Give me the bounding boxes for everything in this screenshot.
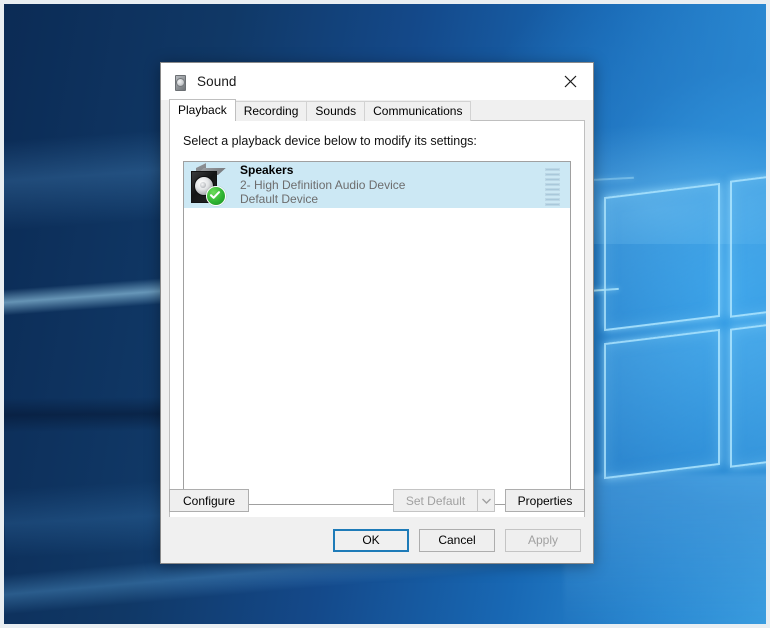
volume-meter-segment [545, 203, 560, 206]
volume-meter-segment [545, 183, 560, 186]
sound-dialog: Sound Playback Recording Sounds Communic… [160, 62, 594, 564]
playback-device-list[interactable]: Speakers 2- High Definition Audio Device… [183, 161, 571, 505]
ok-button[interactable]: OK [333, 528, 409, 552]
ok-button-label: OK [362, 533, 380, 547]
tab-sounds[interactable]: Sounds [306, 101, 366, 121]
dialog-footer: OK Cancel Apply [161, 517, 593, 563]
volume-meter-segment [545, 188, 560, 191]
volume-meter-segment [545, 178, 560, 181]
playback-tab-panel: Select a playback device below to modify… [169, 120, 585, 519]
windows-logo-pane-bottom-right [730, 315, 766, 468]
windows-logo-pane-top-right [730, 167, 766, 318]
device-driver: 2- High Definition Audio Device [240, 177, 406, 192]
green-check-icon [206, 186, 226, 206]
volume-meter-segment [545, 168, 560, 171]
tab-recording[interactable]: Recording [234, 101, 308, 121]
apply-button[interactable]: Apply [505, 528, 581, 552]
tab-communications-label: Communications [373, 104, 463, 118]
cancel-button[interactable]: Cancel [419, 528, 495, 552]
tab-communications[interactable]: Communications [364, 101, 472, 121]
screen: Sound Playback Recording Sounds Communic… [0, 0, 770, 628]
close-icon[interactable] [548, 63, 593, 100]
speaker-device-icon [189, 163, 229, 206]
volume-meter-segment [545, 198, 560, 201]
tab-sounds-label: Sounds [315, 104, 357, 118]
set-default-button[interactable]: Set Default [393, 489, 477, 512]
speaker-icon [172, 74, 188, 91]
configure-button[interactable]: Configure [169, 489, 249, 512]
device-text-block: Speakers 2- High Definition Audio Device… [240, 163, 405, 207]
playback-instruction-label: Select a playback device below to modify… [183, 134, 477, 148]
properties-button[interactable]: Properties [505, 489, 585, 512]
volume-meter-segment [545, 193, 560, 196]
tab-strip: Playback Recording Sounds Communications [169, 99, 585, 121]
windows-logo-pane-top-left [604, 182, 720, 332]
chevron-down-icon[interactable] [477, 489, 495, 512]
device-action-row: Configure Set Default Properties [169, 489, 585, 512]
wallpaper-reflection [564, 474, 766, 624]
dialog-titlebar[interactable]: Sound [161, 63, 593, 100]
properties-button-label: Properties [517, 493, 573, 508]
cancel-button-label: Cancel [438, 533, 476, 547]
volume-meter [545, 168, 560, 206]
tab-recording-label: Recording [243, 104, 299, 118]
device-status: Default Device [240, 192, 319, 207]
set-default-button-label: Set Default [405, 493, 466, 508]
windows-logo-pane-bottom-left [604, 328, 720, 480]
tab-playback[interactable]: Playback [169, 99, 236, 121]
volume-meter-segment [545, 173, 560, 176]
set-default-split-button[interactable]: Set Default [393, 489, 495, 512]
device-name: Speakers [240, 163, 294, 178]
dialog-title: Sound [197, 74, 237, 89]
tab-playback-label: Playback [178, 103, 227, 117]
apply-button-label: Apply [527, 533, 559, 547]
configure-button-label: Configure [182, 493, 236, 508]
list-item[interactable]: Speakers 2- High Definition Audio Device… [184, 162, 570, 208]
